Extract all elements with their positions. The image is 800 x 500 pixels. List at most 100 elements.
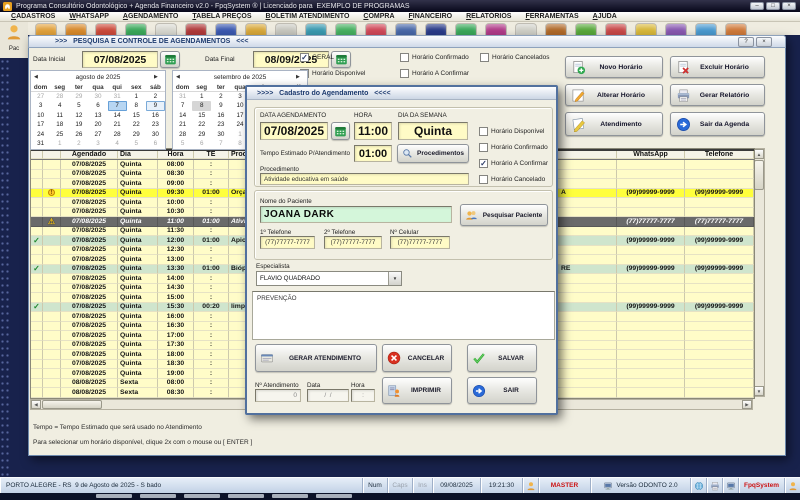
cancelar-button[interactable]: CANCELAR xyxy=(382,344,452,372)
hora-field[interactable]: 11:00 xyxy=(354,122,392,140)
calendar-day[interactable]: 26 xyxy=(69,130,88,139)
calendar-prev-icon[interactable]: ◀ xyxy=(34,74,42,80)
calendar-next-icon[interactable]: ▶ xyxy=(296,74,304,80)
button-gerar-relato-rio[interactable]: Gerar Relatório xyxy=(670,84,765,106)
close-button[interactable]: × xyxy=(782,2,796,10)
procedimento-field[interactable]: Atividade educativa em saúde xyxy=(260,173,469,185)
calendar-day[interactable]: 7 xyxy=(108,101,127,110)
filter-hora-rio-cancelados[interactable]: Horário Cancelados xyxy=(480,53,549,62)
menu-relato-rios[interactable]: RELATÓRIOS xyxy=(459,13,518,20)
calendar-day[interactable]: 23 xyxy=(211,120,230,129)
calendar-day[interactable]: 16 xyxy=(211,111,230,120)
celular-field[interactable]: (77)77777-7777 xyxy=(390,236,450,249)
calendar-day[interactable]: 27 xyxy=(88,130,107,139)
menu-whatsapp[interactable]: WHATSAPP xyxy=(62,13,116,20)
calendar-day[interactable]: 30 xyxy=(88,92,107,101)
calendar-day[interactable]: 29 xyxy=(69,92,88,101)
modal-filter-hora-rio-confirmado[interactable]: Horário Confirmado xyxy=(479,143,548,152)
calendar-day[interactable]: 20 xyxy=(88,120,107,129)
calendar-day[interactable]: 6 xyxy=(192,139,211,148)
menu-compra[interactable]: COMPRA xyxy=(356,13,401,20)
calendar-day[interactable]: 31 xyxy=(31,139,50,148)
calendar-day[interactable]: 9 xyxy=(211,101,230,110)
button-novo-hora-rio[interactable]: Novo Horário xyxy=(565,56,663,78)
calendar-day[interactable]: 4 xyxy=(108,139,127,148)
menu-cadastros[interactable]: CADASTROS xyxy=(4,13,62,20)
button-excluir-hora-rio[interactable]: Excluir Horário xyxy=(670,56,765,78)
calendar-day[interactable]: 11 xyxy=(50,111,69,120)
menu-ajuda[interactable]: AJUDA xyxy=(586,13,624,20)
calendar-day[interactable]: 5 xyxy=(69,101,88,110)
calendar-day[interactable]: 3 xyxy=(31,101,50,110)
calendar-day[interactable]: 29 xyxy=(127,130,146,139)
calendar-day[interactable]: 24 xyxy=(31,130,50,139)
prevencao-textarea[interactable]: PREVENÇÃO xyxy=(252,291,555,340)
calendar-day[interactable]: 30 xyxy=(211,130,230,139)
calendar-day[interactable]: 30 xyxy=(146,130,165,139)
calendar-day[interactable]: 23 xyxy=(146,120,165,129)
tempo-estimado-field[interactable]: 01:00 xyxy=(354,145,392,162)
calendar-day[interactable]: 19 xyxy=(69,120,88,129)
calendar-day[interactable]: 10 xyxy=(31,111,50,120)
calendar-day[interactable]: 6 xyxy=(146,139,165,148)
taskbar-tab[interactable] xyxy=(96,494,132,498)
taskbar-tab[interactable] xyxy=(228,494,264,498)
calendar-day[interactable]: 2 xyxy=(146,92,165,101)
calendar-day[interactable]: 28 xyxy=(50,92,69,101)
button-sair-da-agenda[interactable]: Sair da Agenda xyxy=(670,112,765,136)
procedimentos-button[interactable]: Procedimentos xyxy=(397,144,469,163)
agenda-close-button[interactable]: × xyxy=(756,37,772,47)
modal-calendar-button[interactable] xyxy=(331,122,350,140)
pesquisar-paciente-button[interactable]: Pesquisar Paciente xyxy=(460,204,548,226)
modal-filter-hora-rio-a-confirmar[interactable]: ✓Horário A Confirmar xyxy=(479,159,548,168)
especialista-dropdown[interactable]: FLAVIO QUADRADO ▼ xyxy=(256,271,402,286)
minimize-button[interactable]: – xyxy=(750,2,764,10)
scroll-up-icon[interactable]: ▲ xyxy=(754,149,764,159)
data-inicial-calendar-button[interactable] xyxy=(160,51,180,68)
calendar-day[interactable]: 21 xyxy=(108,120,127,129)
tel2-field[interactable]: (77)77777-7777 xyxy=(324,236,382,249)
modal-filter-hora-rio-cancelado[interactable]: Horário Cancelado xyxy=(479,175,545,184)
calendar-day[interactable]: 14 xyxy=(173,111,192,120)
calendar-day[interactable]: 12 xyxy=(69,111,88,120)
imprimir-button[interactable]: IMPRIMIR xyxy=(382,377,452,404)
button-atendimento[interactable]: Atendimento xyxy=(565,112,663,136)
calendar-day[interactable]: 21 xyxy=(173,120,192,129)
calendar-day[interactable]: 22 xyxy=(192,120,211,129)
calendar-day[interactable]: 28 xyxy=(173,130,192,139)
calendar-day[interactable]: 6 xyxy=(88,101,107,110)
calendar-day[interactable]: 1 xyxy=(127,92,146,101)
vscroll-thumb[interactable] xyxy=(754,160,764,190)
filter-hora-rio-a-confirmar[interactable]: Horário A Confirmar xyxy=(400,69,469,78)
nome-paciente-field[interactable]: JOANA DARK xyxy=(260,206,452,223)
filter-hora-rio-disponi-vel[interactable]: Horário Disponível xyxy=(300,69,365,78)
status-printer-icon[interactable] xyxy=(706,478,722,493)
scroll-right-icon[interactable]: ▶ xyxy=(742,400,752,409)
calendar-day[interactable]: 9 xyxy=(146,101,165,110)
calendar-day[interactable]: 22 xyxy=(127,120,146,129)
calendar-day[interactable]: 7 xyxy=(173,101,192,110)
button-alterar-hora-rio[interactable]: Alterar Horário xyxy=(565,84,663,106)
menu-agendamento[interactable]: AGENDAMENTO xyxy=(116,13,186,20)
taskbar-tab[interactable] xyxy=(272,494,308,498)
calendar-day[interactable]: 1 xyxy=(192,92,211,101)
calendar-day[interactable]: 31 xyxy=(173,92,192,101)
gerar-atendimento-button[interactable]: GERAR ATENDIMENTO xyxy=(255,344,377,372)
taskbar-tab[interactable] xyxy=(140,494,176,498)
calendar-next-icon[interactable]: ▶ xyxy=(154,74,162,80)
calendar-day[interactable]: 16 xyxy=(146,111,165,120)
calendar-day[interactable]: 2 xyxy=(211,92,230,101)
hscroll-thumb[interactable] xyxy=(42,400,102,409)
calendar-prev-icon[interactable]: ◀ xyxy=(176,74,184,80)
menu-boletim-atendimento[interactable]: BOLETIM ATENDIMENTO xyxy=(259,13,357,20)
calendar-day[interactable]: 15 xyxy=(192,111,211,120)
calendar-day[interactable]: 5 xyxy=(173,139,192,148)
restore-button[interactable]: □ xyxy=(766,2,780,10)
taskbar-tab[interactable] xyxy=(316,494,352,498)
calendar-day[interactable]: 27 xyxy=(31,92,50,101)
sair-button[interactable]: SAIR xyxy=(467,377,537,404)
scroll-down-icon[interactable]: ▼ xyxy=(754,386,764,396)
toolbar-patients-button[interactable]: Pac xyxy=(1,23,27,56)
calendar-day[interactable]: 15 xyxy=(127,111,146,120)
calendar-day[interactable]: 25 xyxy=(50,130,69,139)
